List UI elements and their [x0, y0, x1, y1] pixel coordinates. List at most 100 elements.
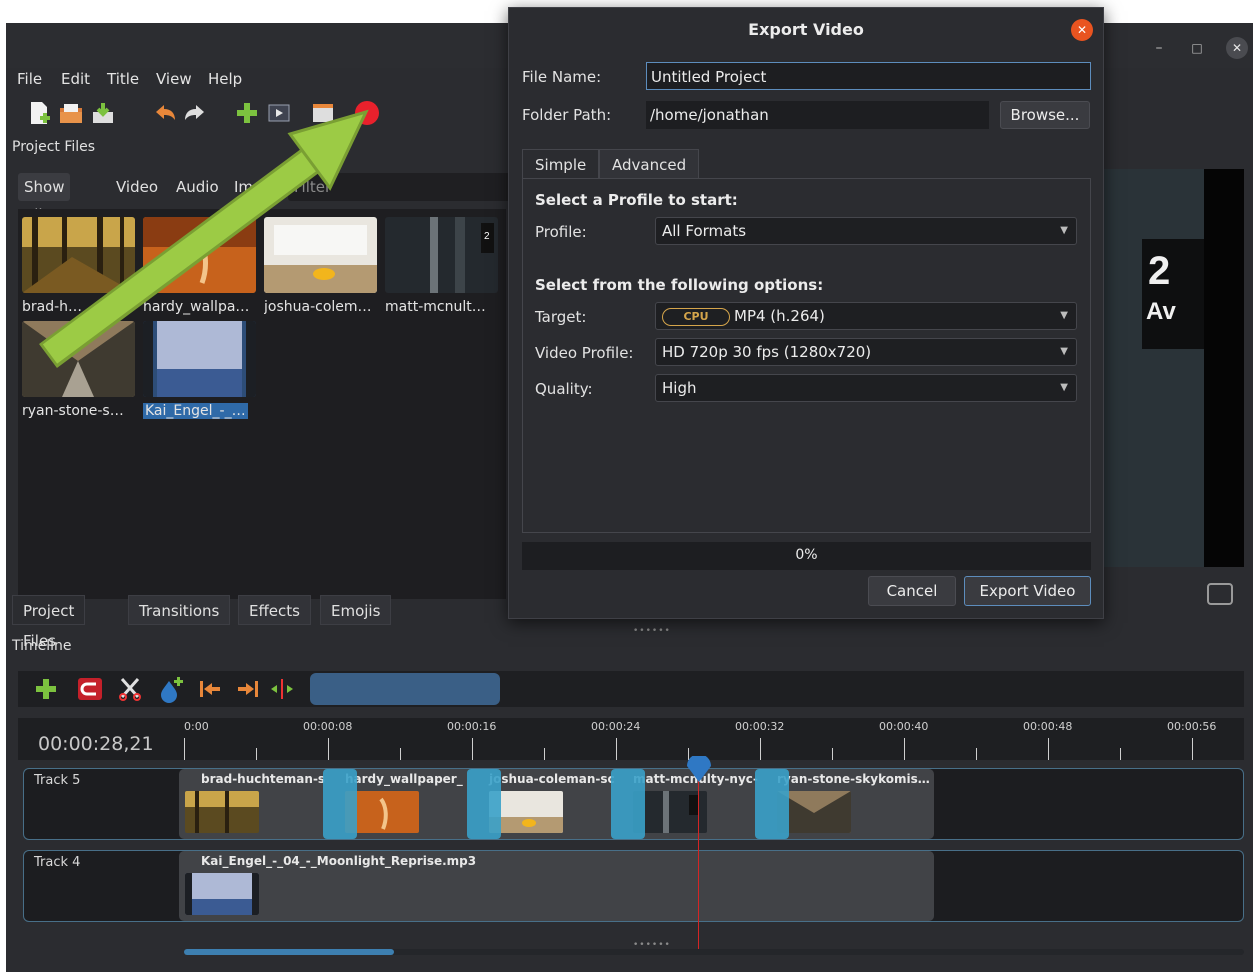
clip-label: brad-huchteman-s — [201, 772, 326, 786]
timeline-ruler: 00:00:28,21 0:00 00:00:08 00:00:16 00:00… — [18, 718, 1244, 760]
playhead-marker-icon[interactable] — [685, 756, 713, 784]
minimize-button[interactable]: – — [1148, 37, 1170, 59]
tab-project-files[interactable]: Project Files — [12, 595, 86, 650]
ruler-label: 00:00:56 — [1167, 720, 1217, 733]
track-name: Track 5 — [34, 773, 81, 788]
dialog-title: Export Video — [748, 20, 864, 39]
file-name-input[interactable]: Untitled Project — [646, 62, 1091, 90]
target-label: Target: — [535, 308, 587, 326]
video-profile-select[interactable]: HD 720p 30 fps (1280x720) ▼ — [655, 338, 1077, 366]
timeline-scrollbar[interactable] — [184, 949, 1244, 955]
track-name: Track 4 — [34, 855, 81, 870]
audio-filmstrip-icon — [185, 873, 259, 915]
ruler-label: 00:00:48 — [1023, 720, 1073, 733]
folder-path-input[interactable]: /home/jonathan — [646, 101, 989, 129]
transition[interactable] — [323, 769, 357, 839]
clip-label: joshua-coleman-sc — [489, 772, 615, 786]
export-progress-bar: 0% — [522, 542, 1091, 570]
menu-help[interactable]: Help — [208, 70, 242, 88]
target-select[interactable]: CPU MP4 (h.264) ▼ — [655, 302, 1077, 330]
menu-view[interactable]: View — [156, 70, 192, 88]
ruler-label: 00:00:24 — [591, 720, 641, 733]
tab-transitions[interactable]: Transitions — [128, 595, 231, 625]
tab-simple[interactable]: Simple — [522, 149, 600, 179]
subway-photo-icon: 2 — [385, 217, 498, 293]
profile-heading: Select a Profile to start: — [535, 191, 738, 209]
svg-text:2: 2 — [1148, 249, 1170, 293]
svg-text:Av: Av — [1146, 298, 1176, 325]
close-icon[interactable]: ✕ — [1071, 19, 1093, 41]
scrollbar-thumb[interactable] — [184, 949, 394, 955]
tab-emojis[interactable]: Emojis — [320, 595, 392, 625]
target-value: MP4 (h.264) — [734, 307, 825, 325]
maximize-button[interactable]: □ — [1186, 37, 1208, 59]
file-label: ryan-stone-s… — [22, 403, 124, 419]
quality-select[interactable]: High ▼ — [655, 374, 1077, 402]
clip[interactable]: Kai_Engel_-_04_-_Moonlight_Reprise.mp3 — [179, 851, 934, 921]
profile-value: All Formats — [662, 222, 747, 240]
transition[interactable] — [755, 769, 789, 839]
timeline-toolbar — [18, 671, 1244, 707]
forest-photo-icon — [185, 791, 259, 833]
snapshot-icon[interactable] — [1207, 583, 1233, 605]
cancel-button[interactable]: Cancel — [868, 576, 956, 606]
razor-scissors-icon[interactable] — [116, 675, 144, 703]
file-label: matt-mcnult… — [385, 299, 486, 315]
tab-advanced[interactable]: Advanced — [599, 149, 700, 179]
chevron-down-icon: ▼ — [1060, 310, 1068, 321]
splitter-handle[interactable]: •••••• — [633, 626, 671, 636]
close-window-button[interactable]: ✕ — [1226, 37, 1248, 59]
chevron-down-icon: ▼ — [1060, 225, 1068, 236]
progress-text: 0% — [795, 547, 818, 563]
current-time: 00:00:28,21 — [38, 733, 154, 755]
file-item[interactable]: 2 matt-mcnult… — [385, 217, 503, 315]
center-playhead-icon[interactable] — [268, 675, 296, 703]
add-marker-icon[interactable] — [158, 675, 186, 703]
quality-value: High — [662, 379, 697, 397]
menu-file[interactable]: File — [17, 70, 42, 88]
annotation-arrow-icon — [39, 109, 369, 369]
track-4[interactable]: Track 4 Kai_Engel_-_04_-_Moonlight_Repri… — [23, 850, 1244, 922]
chevron-down-icon: ▼ — [1060, 382, 1068, 393]
ruler-label: 00:00:16 — [447, 720, 497, 733]
video-profile-label: Video Profile: — [535, 344, 634, 362]
ruler-label: 00:00:40 — [879, 720, 929, 733]
next-marker-icon[interactable] — [234, 675, 262, 703]
add-track-icon[interactable] — [32, 675, 60, 703]
clip-label: Kai_Engel_-_04_-_Moonlight_Reprise.mp3 — [201, 854, 477, 868]
browse-button[interactable]: Browse... — [1000, 101, 1090, 129]
export-video-dialog: Export Video ✕ File Name: Untitled Proje… — [508, 7, 1104, 619]
splitter-handle[interactable]: •••••• — [633, 940, 671, 950]
options-heading: Select from the following options: — [535, 276, 824, 294]
folder-path-label: Folder Path: — [522, 106, 612, 124]
simple-tab-panel: Select a Profile to start: Profile: All … — [522, 178, 1091, 533]
timeline-zoom-slider[interactable] — [310, 673, 500, 705]
snap-magnet-icon[interactable] — [76, 675, 104, 703]
timeline-title: Timeline — [12, 638, 72, 654]
chevron-down-icon: ▼ — [1060, 346, 1068, 357]
profile-label: Profile: — [535, 223, 587, 241]
playhead-line — [698, 781, 699, 951]
export-video-button[interactable]: Export Video — [964, 576, 1091, 606]
file-label-selected: Kai_Engel_-_… — [143, 403, 248, 419]
cpu-badge: CPU — [662, 308, 730, 326]
clip-label: hardy_wallpaper_ — [345, 772, 463, 786]
ruler-label: 00:00:08 — [303, 720, 353, 733]
file-name-label: File Name: — [522, 68, 602, 86]
clip-label: ryan-stone-skykomis… — [777, 772, 930, 786]
video-profile-value: HD 720p 30 fps (1280x720) — [662, 343, 872, 361]
video-preview: 2 Av — [1104, 169, 1244, 567]
ruler-label: 00:00:32 — [735, 720, 785, 733]
clip[interactable]: brad-huchteman-s — [179, 769, 329, 839]
menu-edit[interactable]: Edit — [61, 70, 90, 88]
tab-effects[interactable]: Effects — [238, 595, 311, 625]
ruler-label: 0:00 — [184, 720, 209, 733]
track-5[interactable]: Track 5 brad-huchteman-s hardy_wallpaper… — [23, 768, 1244, 840]
profile-select[interactable]: All Formats ▼ — [655, 217, 1077, 245]
menu-title[interactable]: Title — [107, 70, 139, 88]
transition[interactable] — [467, 769, 501, 839]
quality-label: Quality: — [535, 380, 593, 398]
transition[interactable] — [611, 769, 645, 839]
track-lane: Kai_Engel_-_04_-_Moonlight_Reprise.mp3 — [179, 851, 1243, 921]
previous-marker-icon[interactable] — [196, 675, 224, 703]
